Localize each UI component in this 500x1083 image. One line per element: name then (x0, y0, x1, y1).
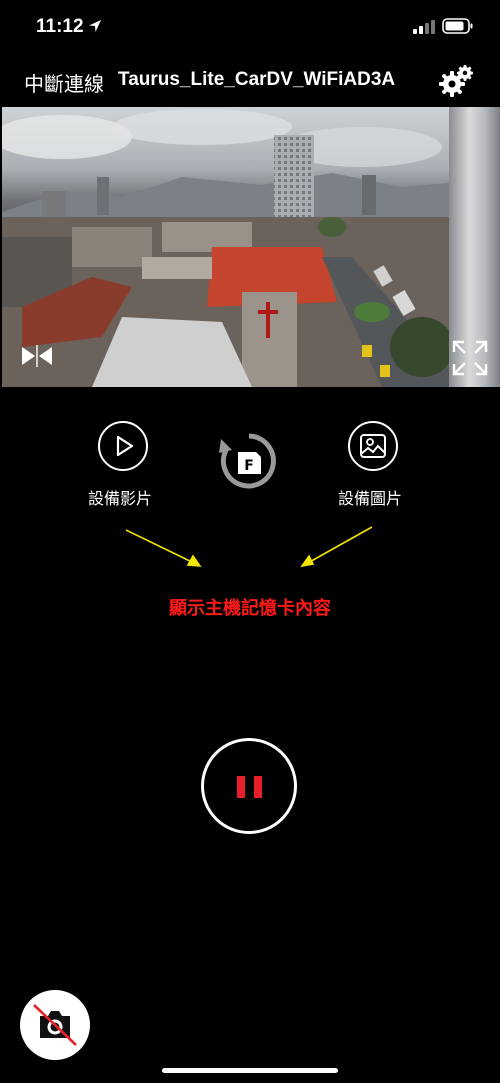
image-icon (360, 434, 386, 458)
camera-off-icon (33, 1004, 77, 1046)
gear-icon[interactable] (436, 62, 476, 102)
mirror-flip-icon[interactable] (20, 345, 54, 367)
format-badge: F (244, 458, 254, 474)
play-icon (116, 435, 134, 457)
snapshot-button[interactable] (20, 990, 90, 1060)
disconnect-button[interactable]: 中斷連線 (24, 68, 104, 97)
device-name: Taurus_Lite_CarDV_WiFiAD3A (118, 69, 396, 90)
annotation-arrows (125, 526, 373, 568)
location-arrow-icon (89, 20, 101, 32)
live-video-feed[interactable] (2, 107, 449, 387)
device-videos-button[interactable] (98, 421, 148, 471)
memory-card-note: 顯示主機記憶卡內容 (169, 598, 331, 619)
format-sd-button[interactable]: F (218, 430, 280, 492)
battery-icon (442, 18, 473, 34)
device-photos-button[interactable] (348, 421, 398, 471)
status-bar: 11:12 (0, 0, 500, 56)
expand-icon[interactable] (450, 338, 490, 378)
status-time: 11:12 (36, 16, 84, 37)
record-pause-button[interactable] (201, 738, 297, 834)
top-bar: 中斷連線 Taurus_Lite_CarDV_WiFiAD3A (0, 56, 500, 106)
cellular-signal-icon (413, 20, 435, 34)
device-videos-label: 設備影片 (88, 489, 153, 508)
device-photos-label: 設備圖片 (338, 489, 403, 508)
home-indicator (162, 1068, 338, 1073)
rotate-format-icon: F (219, 433, 276, 489)
